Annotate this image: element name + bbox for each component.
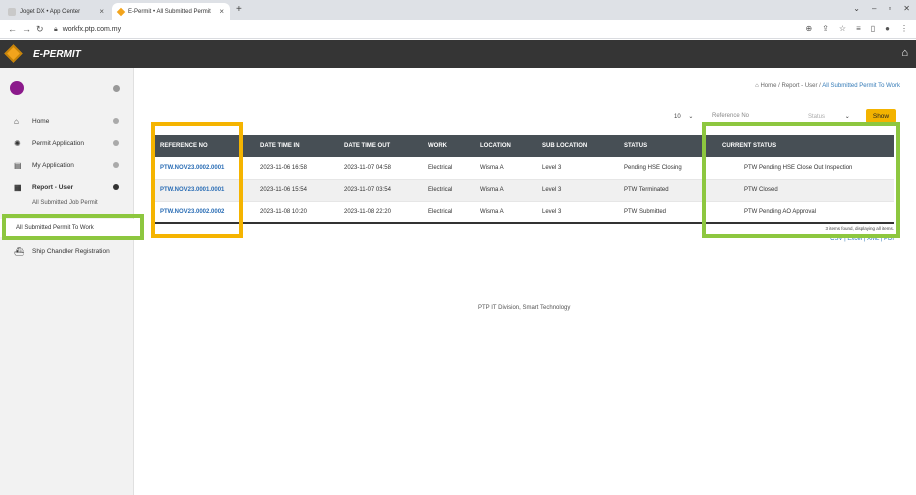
restore-icon[interactable]: ▫ — [888, 4, 891, 13]
column-header[interactable]: SUB LOCATION — [534, 135, 616, 157]
close-icon[interactable]: × — [219, 7, 224, 16]
table-cell: Electrical — [420, 157, 472, 180]
lens-icon[interactable]: ⊕ — [806, 24, 813, 33]
window-controls: ⌄ – ▫ ✕ — [853, 4, 910, 13]
chevron-icon — [113, 162, 119, 168]
epermit-logo-icon[interactable] — [4, 44, 23, 63]
table-cell: Pending HSE Closing — [616, 157, 714, 180]
lock-icon: 🔒︎ — [54, 25, 58, 33]
sidebar-item-home[interactable]: ⌂ Home — [0, 110, 134, 132]
share-icon[interactable]: ⇪ — [822, 24, 829, 33]
table-cell: 2023-11-06 16:58 — [252, 157, 336, 180]
tab-label: E-Permit • All Submitted Permit — [128, 8, 211, 15]
user-menu-icon[interactable] — [113, 85, 120, 92]
status-placeholder: Status — [808, 114, 826, 120]
app-header: E-PERMIT ⌂ — [0, 40, 916, 68]
table-cell: Electrical — [420, 201, 472, 224]
sidebar: ⌂ Home ✺ Permit Application ▤ My Applica… — [0, 68, 134, 495]
reload-icon[interactable]: ↻ — [36, 24, 44, 35]
table-cell: PTW Terminated — [616, 179, 714, 202]
sidebar-item-report-user[interactable]: ▦ Report - User — [0, 176, 134, 198]
chevron-icon — [113, 118, 119, 124]
close-icon[interactable]: × — [99, 7, 104, 16]
breadcrumb-home[interactable]: Home — [760, 83, 776, 89]
table-cell: PTW Submitted — [616, 201, 714, 224]
chevron-icon — [113, 184, 119, 190]
url-field[interactable]: 🔒︎ workfx.ptp.com.my — [54, 23, 814, 36]
sidebar-item-label: All Submitted Job Permit — [32, 200, 98, 206]
column-header[interactable]: STATUS — [616, 135, 714, 157]
forward-icon[interactable]: → — [22, 24, 31, 34]
chart-icon: ▦ — [14, 182, 22, 192]
table-cell: Level 3 — [534, 157, 616, 180]
reading-list-icon[interactable]: ≡ — [856, 24, 861, 33]
column-header[interactable]: DATE TIME IN — [252, 135, 336, 157]
page-size-value: 10 — [674, 114, 681, 120]
avatar[interactable] — [10, 81, 24, 95]
browser-toolbar: ⊕ ⇪ ☆ ≡ ▯ ● ⋮ — [806, 24, 909, 33]
sidebar-item-ship-chandler[interactable]: ⛴ Ship Chandler Registration — [0, 240, 134, 262]
current-status-highlight — [702, 122, 900, 238]
sidebar-item-label: Report - User — [32, 183, 74, 191]
sidebar-item-my-application[interactable]: ▤ My Application — [0, 154, 134, 176]
sidebar-selection-highlight — [2, 214, 144, 240]
sidebar-subitem-job-permit[interactable]: All Submitted Job Permit — [32, 200, 98, 206]
table-cell: Electrical — [420, 179, 472, 202]
home-icon: ⌂ — [14, 116, 19, 126]
gear-icon: ✺ — [14, 138, 21, 148]
minimize-icon[interactable]: – — [872, 4, 876, 13]
table-cell: 2023-11-08 22:20 — [336, 201, 420, 224]
home-icon[interactable]: ⌂ — [901, 47, 908, 59]
reference-placeholder: Reference No — [712, 113, 750, 119]
sidebar-item-permit-application[interactable]: ✺ Permit Application — [0, 132, 134, 154]
table-cell: Level 3 — [534, 201, 616, 224]
chevron-down-icon: ⌄ — [688, 114, 694, 120]
breadcrumb-section[interactable]: Report - User — [781, 83, 817, 89]
epermit-favicon-icon — [116, 7, 126, 16]
app-title[interactable]: E-PERMIT — [33, 49, 81, 60]
browser-tab-epermit[interactable]: E-Permit • All Submitted Permit × — [112, 3, 230, 20]
table-cell: Wisma A — [472, 179, 534, 202]
chevron-icon — [113, 140, 119, 146]
reference-column-highlight — [151, 122, 243, 238]
sidebar-item-label: Permit Application — [32, 139, 85, 147]
sidebar-item-label: Home — [32, 117, 50, 125]
column-header[interactable]: LOCATION — [472, 135, 534, 157]
browser-tab-joget[interactable]: Joget DX • App Center × — [2, 3, 110, 20]
ship-icon: ⛴ — [14, 246, 25, 256]
back-icon[interactable]: ← — [8, 24, 17, 34]
show-button[interactable]: Show — [866, 109, 896, 123]
tab-label: Joget DX • App Center — [20, 8, 81, 15]
sidebar-item-label: My Application — [32, 161, 74, 169]
menu-icon[interactable]: ⋮ — [900, 24, 908, 33]
sidebar-item-label: Ship Chandler Registration — [32, 247, 110, 255]
breadcrumb: ⌂ Home / Report - User / All Submitted P… — [755, 83, 900, 89]
document-icon: ▤ — [14, 160, 22, 170]
table-cell: Wisma A — [472, 157, 534, 180]
joget-favicon-icon — [8, 7, 16, 16]
breadcrumb-separator: / — [819, 83, 821, 89]
breadcrumb-separator: / — [778, 83, 780, 89]
table-cell: 2023-11-06 15:54 — [252, 179, 336, 202]
url-text: workfx.ptp.com.my — [62, 26, 122, 33]
new-tab-icon[interactable]: + — [236, 4, 242, 15]
column-header[interactable]: DATE TIME OUT — [336, 135, 420, 157]
page-size-select[interactable]: 10 ⌄ — [674, 113, 693, 123]
page-footer: PTP IT Division, Smart Technology — [478, 305, 571, 311]
address-bar: ← → ↻ 🔒︎ workfx.ptp.com.my ⊕ ⇪ ☆ ≡ ▯ ● ⋮ — [0, 20, 916, 39]
table-cell: 2023-11-07 04:58 — [336, 157, 420, 180]
profile-icon[interactable]: ● — [885, 24, 890, 33]
close-window-icon[interactable]: ✕ — [903, 4, 910, 13]
column-header[interactable]: WORK — [420, 135, 472, 157]
table-cell: 2023-11-07 03:54 — [336, 179, 420, 202]
chevron-down-icon: ⌄ — [844, 114, 850, 120]
breadcrumb-current: All Submitted Permit To Work — [822, 83, 900, 89]
browser-tab-bar: Joget DX • App Center × E-Permit • All S… — [0, 0, 916, 20]
table-cell: Wisma A — [472, 201, 534, 224]
table-cell: Level 3 — [534, 179, 616, 202]
sidepanel-icon[interactable]: ▯ — [871, 24, 875, 33]
star-icon[interactable]: ☆ — [839, 24, 846, 33]
table-cell: 2023-11-08 10:20 — [252, 201, 336, 224]
chevron-down-icon[interactable]: ⌄ — [853, 4, 860, 13]
